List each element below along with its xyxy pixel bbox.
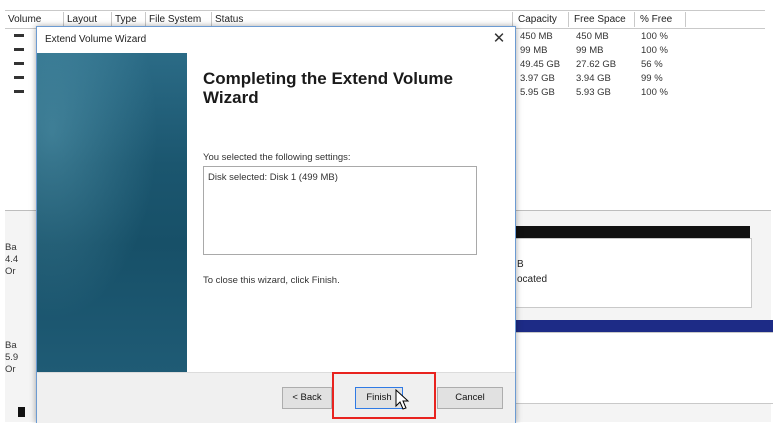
dialog-title: Extend Volume Wizard <box>45 34 147 45</box>
settings-intro-text: You selected the following settings: <box>203 152 351 163</box>
disk-label[interactable]: Ba 4.4 Or <box>5 242 33 278</box>
percent-free-cell: 100 % <box>641 31 668 42</box>
capacity-cell: 99 MB <box>520 45 548 56</box>
back-button[interactable]: < Back <box>282 387 332 409</box>
volume-icon <box>14 90 24 93</box>
column-header-file-system[interactable]: File System <box>146 12 212 27</box>
disk-size-text: 5.9 <box>5 352 19 363</box>
unallocated-legend-swatch <box>18 407 25 417</box>
column-header-free-space[interactable]: Free Space <box>571 12 635 27</box>
disk-type-text: Ba <box>5 340 17 351</box>
free-space-cell: 5.93 GB <box>576 87 611 98</box>
settings-summary-box[interactable]: Disk selected: Disk 1 (499 MB) <box>203 166 477 255</box>
capacity-cell: 450 MB <box>520 31 553 42</box>
volume-icon <box>14 76 24 79</box>
volume-icon <box>14 62 24 65</box>
capacity-cell: 49.45 GB <box>520 59 561 70</box>
percent-free-cell: 99 % <box>641 73 663 84</box>
column-header-layout[interactable]: Layout <box>64 12 112 27</box>
dialog-title-bar[interactable]: Extend Volume Wizard ✕ <box>37 27 515 53</box>
column-header-percent-free[interactable]: % Free <box>637 12 686 27</box>
unallocated-partition-bar[interactable] <box>514 226 750 238</box>
wizard-footer: < Back Finish Cancel <box>37 372 515 423</box>
free-space-cell: 3.94 GB <box>576 73 611 84</box>
column-header-status[interactable]: Status <box>212 12 513 27</box>
mouse-pointer-icon <box>395 389 410 410</box>
partition-status-text: ocated <box>517 274 548 285</box>
banner-graphic <box>37 53 187 372</box>
disk-status-text: Or <box>5 266 16 277</box>
percent-free-cell: 56 % <box>641 59 663 70</box>
extend-volume-wizard-dialog: Extend Volume Wizard ✕ Completing the Ex… <box>36 26 516 423</box>
percent-free-cell: 100 % <box>641 45 668 56</box>
primary-partition-bar[interactable] <box>514 320 773 332</box>
capacity-cell: 3.97 GB <box>520 73 555 84</box>
wizard-content: Completing the Extend Volume Wizard You … <box>37 53 515 372</box>
free-space-cell: 99 MB <box>576 45 604 56</box>
heading-line: Completing the Extend Volume <box>203 69 453 88</box>
finish-highlight-box <box>332 372 436 419</box>
column-header-type[interactable]: Type <box>112 12 146 27</box>
close-instruction-text: To close this wizard, click Finish. <box>203 275 340 286</box>
unallocated-partition[interactable]: B ocated <box>514 238 752 308</box>
heading-line: Wizard <box>203 88 259 107</box>
capacity-cell: 5.95 GB <box>520 87 555 98</box>
free-space-cell: 27.62 GB <box>576 59 617 70</box>
disk-label[interactable]: Ba 5.9 Or <box>5 340 33 376</box>
volume-icon <box>14 48 24 51</box>
volume-icon <box>14 34 24 37</box>
close-icon[interactable]: ✕ <box>491 30 507 48</box>
percent-free-cell: 100 % <box>641 87 668 98</box>
disk-type-text: Ba <box>5 242 17 253</box>
disk-size-text: 4.4 <box>5 254 19 265</box>
free-space-cell: 450 MB <box>576 31 609 42</box>
cancel-button[interactable]: Cancel <box>437 387 503 409</box>
primary-partition[interactable] <box>514 332 773 404</box>
partition-size-text: B <box>517 259 524 270</box>
wizard-side-banner <box>37 53 187 372</box>
selected-disk-text: Disk selected: Disk 1 (499 MB) <box>208 172 338 183</box>
disk-status-text: Or <box>5 364 16 375</box>
column-header-volume[interactable]: Volume <box>5 12 64 27</box>
column-header-capacity[interactable]: Capacity <box>515 12 569 27</box>
wizard-heading: Completing the Extend Volume Wizard <box>203 69 493 107</box>
